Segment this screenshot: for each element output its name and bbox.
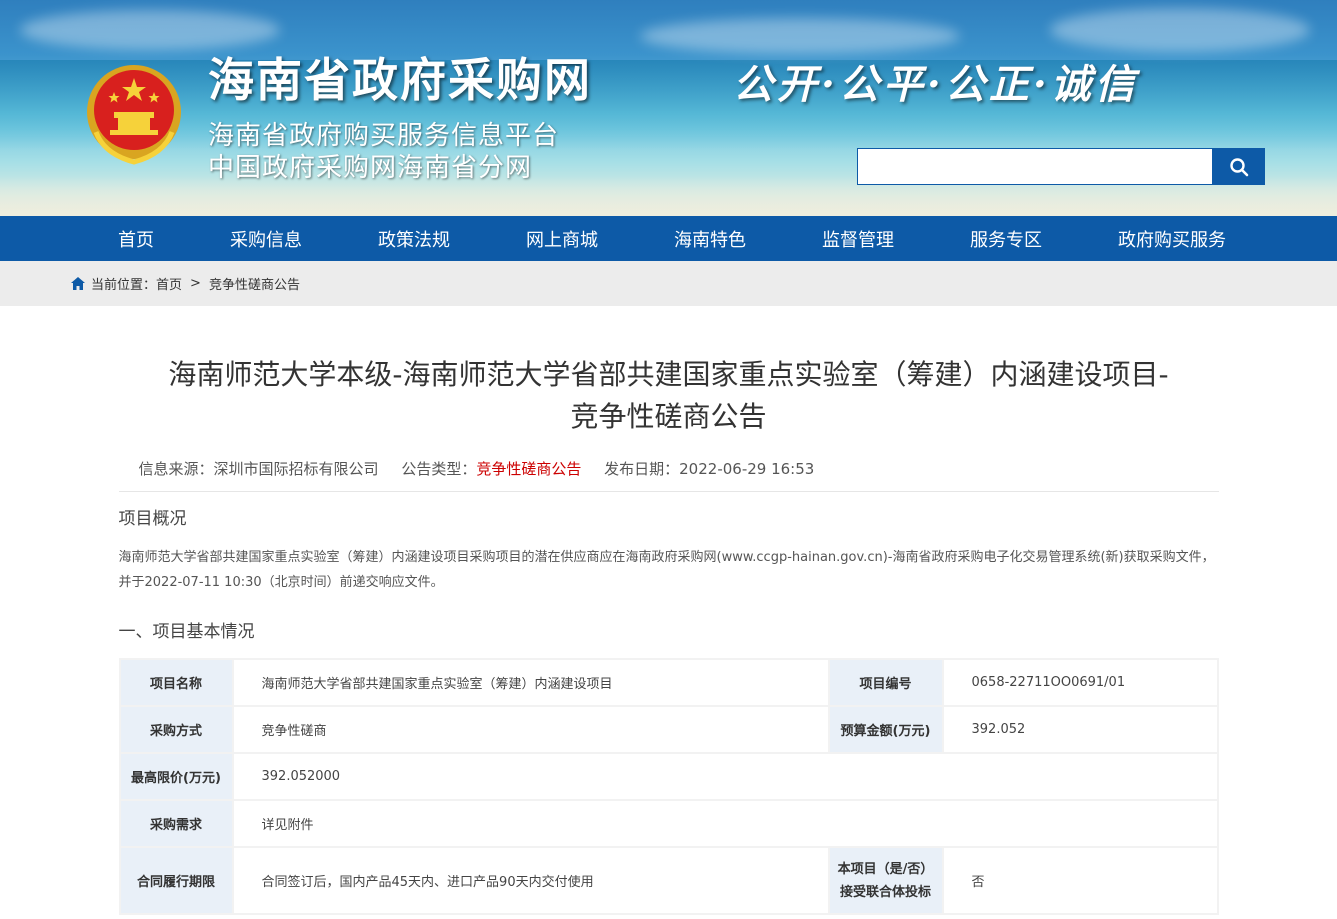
meta-type-label: 公告类型：	[401, 460, 477, 478]
nav-item-home[interactable]: 首页	[118, 226, 154, 252]
project-name-value: 海南师范大学省部共建国家重点实验室（筹建）内涵建设项目	[231, 658, 830, 707]
consortium-label-line-2: 接受联合体投标	[839, 884, 931, 900]
meta-source-label: 信息来源：	[138, 460, 214, 478]
page-title-line-2: 竞争性磋商公告	[570, 400, 767, 433]
meta-source-value: 深圳市国际招标有限公司	[213, 460, 379, 478]
nav-item-hainan-features[interactable]: 海南特色	[674, 226, 746, 252]
national-emblem-icon	[87, 65, 181, 165]
meta-type: 公告类型：竞争性磋商公告	[401, 460, 581, 478]
divider	[118, 491, 1219, 492]
article-content: 海南师范大学本级-海南师范大学省部共建国家重点实验室（筹建）内涵建设项目- 竞争…	[118, 306, 1219, 915]
table-row: 最高限价(万元) 392.052000	[118, 752, 1219, 801]
nav-item-gov-purchase-service[interactable]: 政府购买服务	[1118, 226, 1226, 252]
overview-heading: 项目概况	[118, 509, 187, 529]
consortium-label: 本项目（是/否） 接受联合体投标	[827, 846, 944, 915]
search-icon	[1230, 157, 1249, 176]
consortium-value: 否	[941, 846, 1219, 915]
budget-label: 预算金额(万元)	[827, 705, 944, 754]
main-nav: 首页 采购信息 政策法规 网上商城 海南特色 监督管理 服务专区 政府购买服务	[0, 216, 1337, 261]
requirement-value: 详见附件	[231, 799, 1219, 848]
budget-value: 392.052	[941, 705, 1219, 754]
search-button[interactable]	[1213, 148, 1265, 185]
nav-item-policies[interactable]: 政策法规	[378, 226, 450, 252]
period-value: 合同签订后，国内产品45天内、进口产品90天内交付使用	[231, 846, 830, 915]
meta-date-value: 2022-06-29 16:53	[679, 460, 815, 478]
period-label: 合同履行期限	[118, 846, 234, 915]
max-price-value: 392.052000	[231, 752, 1219, 801]
cloud-decor	[1050, 8, 1310, 52]
overview-text: 海南师范大学省部共建国家重点实验室（筹建）内涵建设项目采购项目的潜在供应商应在海…	[118, 550, 1215, 590]
max-price-label: 最高限价(万元)	[118, 752, 234, 801]
breadcrumb-current: 竞争性磋商公告	[208, 278, 300, 293]
breadcrumb-separator: >	[190, 276, 201, 291]
nav-item-service-zone[interactable]: 服务专区	[970, 226, 1042, 252]
meta-date-label: 发布日期：	[604, 460, 680, 478]
project-name-label: 项目名称	[118, 658, 234, 707]
article-meta: 信息来源：深圳市国际招标有限公司 公告类型：竞争性磋商公告 发布日期：2022-…	[119, 458, 1219, 479]
page-title-line-1: 海南师范大学本级-海南师范大学省部共建国家重点实验室（筹建）内涵建设项目-	[168, 358, 1169, 391]
meta-source: 信息来源：深圳市国际招标有限公司	[139, 460, 379, 478]
nav-item-procurement-info[interactable]: 采购信息	[230, 226, 302, 252]
meta-date: 发布日期：2022-06-29 16:53	[604, 460, 814, 478]
breadcrumb: 当前位置： 首页 > 竞争性磋商公告	[0, 261, 1337, 306]
nav-item-online-mall[interactable]: 网上商城	[526, 226, 598, 252]
project-no-value: 0658-22711OO0691/01	[941, 658, 1219, 707]
header-banner: 海南省政府采购网 海南省政府购买服务信息平台 中国政府采购网海南省分网 公开·公…	[0, 0, 1337, 216]
project-no-label: 项目编号	[827, 658, 944, 707]
home-icon	[71, 277, 85, 290]
table-row: 采购需求 详见附件	[118, 799, 1219, 848]
section-1-heading: 一、项目基本情况	[118, 622, 255, 642]
method-label: 采购方式	[118, 705, 234, 754]
site-subtitle-2: 中国政府采购网海南省分网	[208, 153, 533, 183]
consortium-label-line-1: 本项目（是/否）	[837, 861, 934, 877]
site-title: 海南省政府采购网	[208, 53, 592, 107]
nav-item-supervision[interactable]: 监督管理	[822, 226, 894, 252]
breadcrumb-prefix: 当前位置：	[91, 278, 157, 293]
requirement-label: 采购需求	[118, 799, 234, 848]
cloud-decor	[640, 18, 960, 54]
breadcrumb-home-link[interactable]: 首页	[156, 274, 182, 293]
method-value: 竞争性磋商	[231, 705, 830, 754]
table-row: 采购方式 竞争性磋商 预算金额(万元) 392.052	[118, 705, 1219, 754]
table-row: 合同履行期限 合同签订后，国内产品45天内、进口产品90天内交付使用 本项目（是…	[118, 846, 1219, 915]
table-row: 项目名称 海南师范大学省部共建国家重点实验室（筹建）内涵建设项目 项目编号 06…	[118, 658, 1219, 707]
project-info-table: 项目名称 海南师范大学省部共建国家重点实验室（筹建）内涵建设项目 项目编号 06…	[118, 658, 1219, 915]
search-input[interactable]	[857, 148, 1213, 185]
page-title: 海南师范大学本级-海南师范大学省部共建国家重点实验室（筹建）内涵建设项目- 竞争…	[119, 306, 1219, 438]
slogan: 公开·公平·公正·诚信	[733, 61, 1139, 108]
meta-type-value: 竞争性磋商公告	[476, 460, 582, 478]
